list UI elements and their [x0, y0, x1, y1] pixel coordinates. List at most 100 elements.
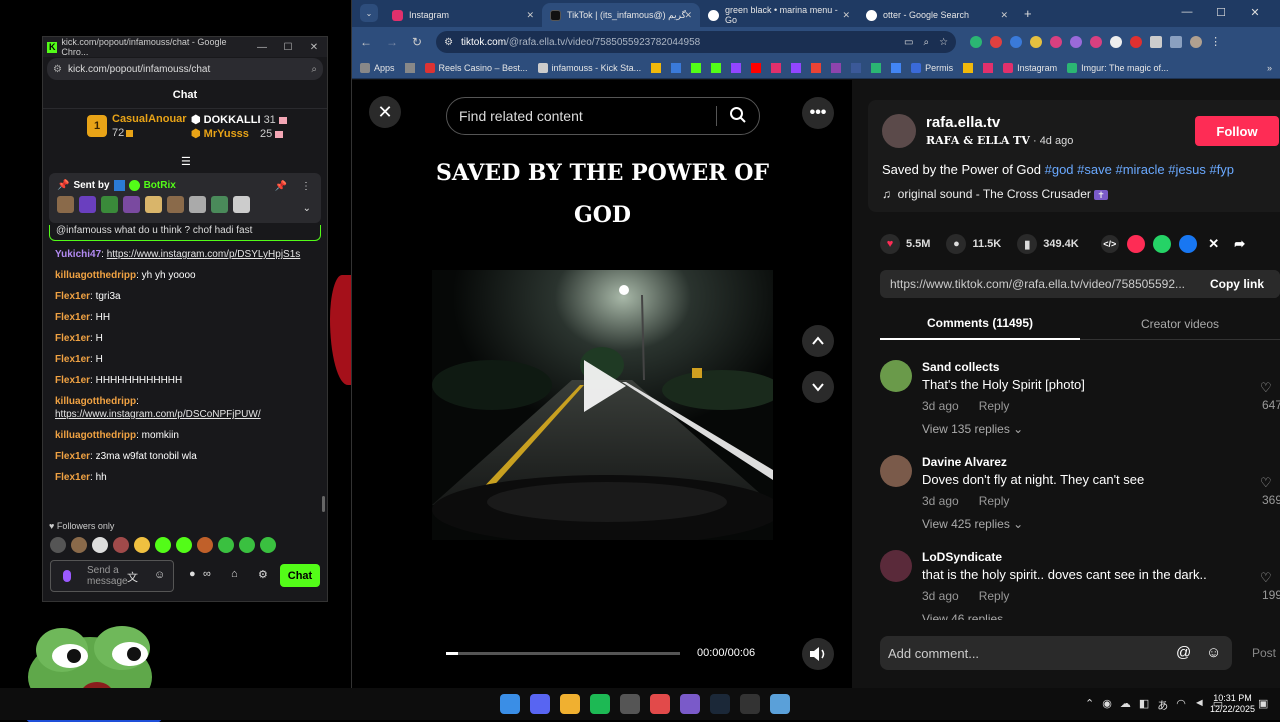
facebook-icon[interactable]: [1178, 235, 1197, 253]
hashtag-link[interactable]: #fyp: [1209, 162, 1234, 177]
discord-tray-icon[interactable]: ◉: [1102, 697, 1112, 713]
more-options-button[interactable]: •••: [802, 97, 834, 129]
chrome-menu-icon[interactable]: ⋮: [1210, 36, 1221, 48]
reload-icon[interactable]: ↻: [412, 35, 422, 49]
view-replies-button[interactable]: View 46 replies: [922, 612, 1003, 620]
tray-icon[interactable]: ☁: [1120, 697, 1131, 713]
emote-icon[interactable]: [113, 537, 129, 553]
chat-username[interactable]: killuagotthedripp: [55, 270, 136, 281]
comment-like-icon[interactable]: ♡: [1260, 380, 1272, 396]
bookmark-star-icon[interactable]: ☆: [939, 37, 948, 48]
commenter-name[interactable]: Davine Alvarez: [922, 455, 1007, 469]
chat-message-input[interactable]: Send a message 文 ☺: [50, 560, 174, 592]
app-icon[interactable]: [770, 694, 790, 714]
volume-button[interactable]: [802, 638, 834, 670]
comment-action[interactable]: ● 11.5K: [946, 234, 1001, 254]
emoji-icon[interactable]: ☺: [1206, 644, 1221, 661]
whatsapp-icon[interactable]: [1152, 235, 1171, 253]
chat-username[interactable]: Flex1er: [55, 375, 90, 386]
view-replies-button[interactable]: View 425 replies ⌄: [922, 517, 1023, 531]
tray-chevron-icon[interactable]: ⌃: [1085, 697, 1094, 713]
minimize-icon[interactable]: —: [1170, 6, 1204, 19]
bookmark-favicon[interactable]: [871, 62, 882, 73]
commenter-avatar[interactable]: [880, 550, 912, 582]
language-icon[interactable]: あ: [1157, 697, 1168, 713]
bookmark-favicon[interactable]: [751, 62, 762, 73]
emote-icon[interactable]: [50, 537, 66, 553]
post-comment-button[interactable]: Post: [1252, 646, 1276, 660]
bookmark-favicon[interactable]: [851, 62, 862, 73]
windows-start-icon[interactable]: [500, 694, 520, 714]
mention-icon[interactable]: @: [1176, 644, 1191, 661]
reply-button[interactable]: Reply: [979, 494, 1010, 508]
tab-google-otter[interactable]: otter - Google Search ✕: [858, 3, 1016, 27]
search-icon[interactable]: [729, 106, 747, 124]
chat-username[interactable]: Flex1er: [55, 291, 90, 302]
tab-creator-videos[interactable]: Creator videos: [1080, 308, 1280, 340]
maximize-icon[interactable]: ☐: [275, 42, 301, 53]
spotify-icon[interactable]: [590, 694, 610, 714]
tab-google-green-black[interactable]: green black • marina menu - Go ✕: [700, 3, 858, 27]
extension-icon[interactable]: [1050, 36, 1063, 48]
close-icon[interactable]: ✕: [301, 42, 327, 53]
steam-icon[interactable]: [710, 694, 730, 714]
like-action[interactable]: ♥ 5.5M: [880, 234, 930, 254]
creator-username[interactable]: rafa.ella.tv: [926, 114, 1000, 131]
bookmark-favicon[interactable]: [983, 62, 994, 73]
commenter-avatar[interactable]: [880, 455, 912, 487]
comment-like-icon[interactable]: ♡: [1260, 570, 1272, 586]
bookmark-instagram[interactable]: Instagram: [1003, 62, 1057, 73]
hashtag-link[interactable]: #save: [1077, 162, 1112, 177]
bookmark-kick[interactable]: infamouss - Kick Sta...: [537, 62, 641, 73]
heart-icon[interactable]: ♥: [880, 234, 900, 254]
follow-button[interactable]: Follow: [1195, 116, 1279, 146]
emote-icon[interactable]: [155, 537, 171, 553]
app-icon[interactable]: [680, 694, 700, 714]
chat-username[interactable]: killuagotthedripp: [55, 396, 136, 407]
chat-send-button[interactable]: Chat: [280, 564, 320, 587]
notifications-icon[interactable]: ▣: [1258, 697, 1268, 710]
emote-icon[interactable]: [176, 537, 192, 553]
chrome-icon[interactable]: [560, 694, 580, 714]
extension-icon[interactable]: [1110, 36, 1123, 48]
taskbar-clock[interactable]: 10:31 PM 12/22/2025: [1210, 693, 1255, 715]
profile-avatar[interactable]: [1190, 36, 1203, 48]
comment-icon[interactable]: ●: [946, 234, 967, 254]
bookmark-favicon[interactable]: [891, 62, 902, 73]
bookmark-favicon[interactable]: [791, 62, 802, 73]
unpin-icon[interactable]: 📌: [275, 181, 287, 192]
leader-name[interactable]: DOKKALLI: [204, 114, 261, 126]
copy-link-button[interactable]: Copy link: [1194, 270, 1280, 298]
points-icon[interactable]: ●: [189, 568, 196, 580]
back-icon[interactable]: ←: [360, 35, 372, 49]
bookmark-favicon[interactable]: [691, 62, 702, 73]
view-replies-button[interactable]: View 135 replies ⌄: [922, 422, 1023, 436]
grid-icon[interactable]: [404, 62, 415, 73]
minimize-icon[interactable]: —: [249, 42, 275, 53]
volume-icon[interactable]: ◄: [1194, 697, 1205, 713]
bookmark-favicon[interactable]: [731, 62, 742, 73]
chat-username[interactable]: Flex1er: [55, 451, 90, 462]
tab-comments[interactable]: Comments (11495): [880, 308, 1080, 340]
chat-username[interactable]: Flex1er: [55, 312, 90, 323]
site-info-icon[interactable]: ⚙: [444, 37, 453, 48]
chat-username[interactable]: Yukichi47: [55, 249, 101, 260]
app-icon[interactable]: [650, 694, 670, 714]
hashtag-link[interactable]: #jesus: [1168, 162, 1206, 177]
chat-username[interactable]: Flex1er: [55, 472, 90, 483]
new-tab-icon[interactable]: +: [1024, 6, 1032, 21]
pinned-user[interactable]: BotRix: [144, 180, 176, 191]
comment-like-icon[interactable]: ♡: [1260, 475, 1272, 491]
infinity-icon[interactable]: ∞: [203, 568, 211, 580]
bookmark-imgur[interactable]: Imgur: The magic of...: [1067, 62, 1169, 73]
maximize-icon[interactable]: ☐: [1204, 6, 1238, 19]
cast-icon[interactable]: ▭: [904, 37, 913, 48]
reply-button[interactable]: Reply: [979, 589, 1010, 603]
x-twitter-icon[interactable]: ✕: [1205, 235, 1223, 253]
bookmark-favicon[interactable]: [831, 62, 842, 73]
more-options-icon[interactable]: ⋮: [301, 181, 311, 192]
emote-icon[interactable]: [92, 537, 108, 553]
bookmark-favicon[interactable]: [963, 62, 974, 73]
emote-icon[interactable]: [239, 537, 255, 553]
microphone-icon[interactable]: [63, 570, 71, 582]
